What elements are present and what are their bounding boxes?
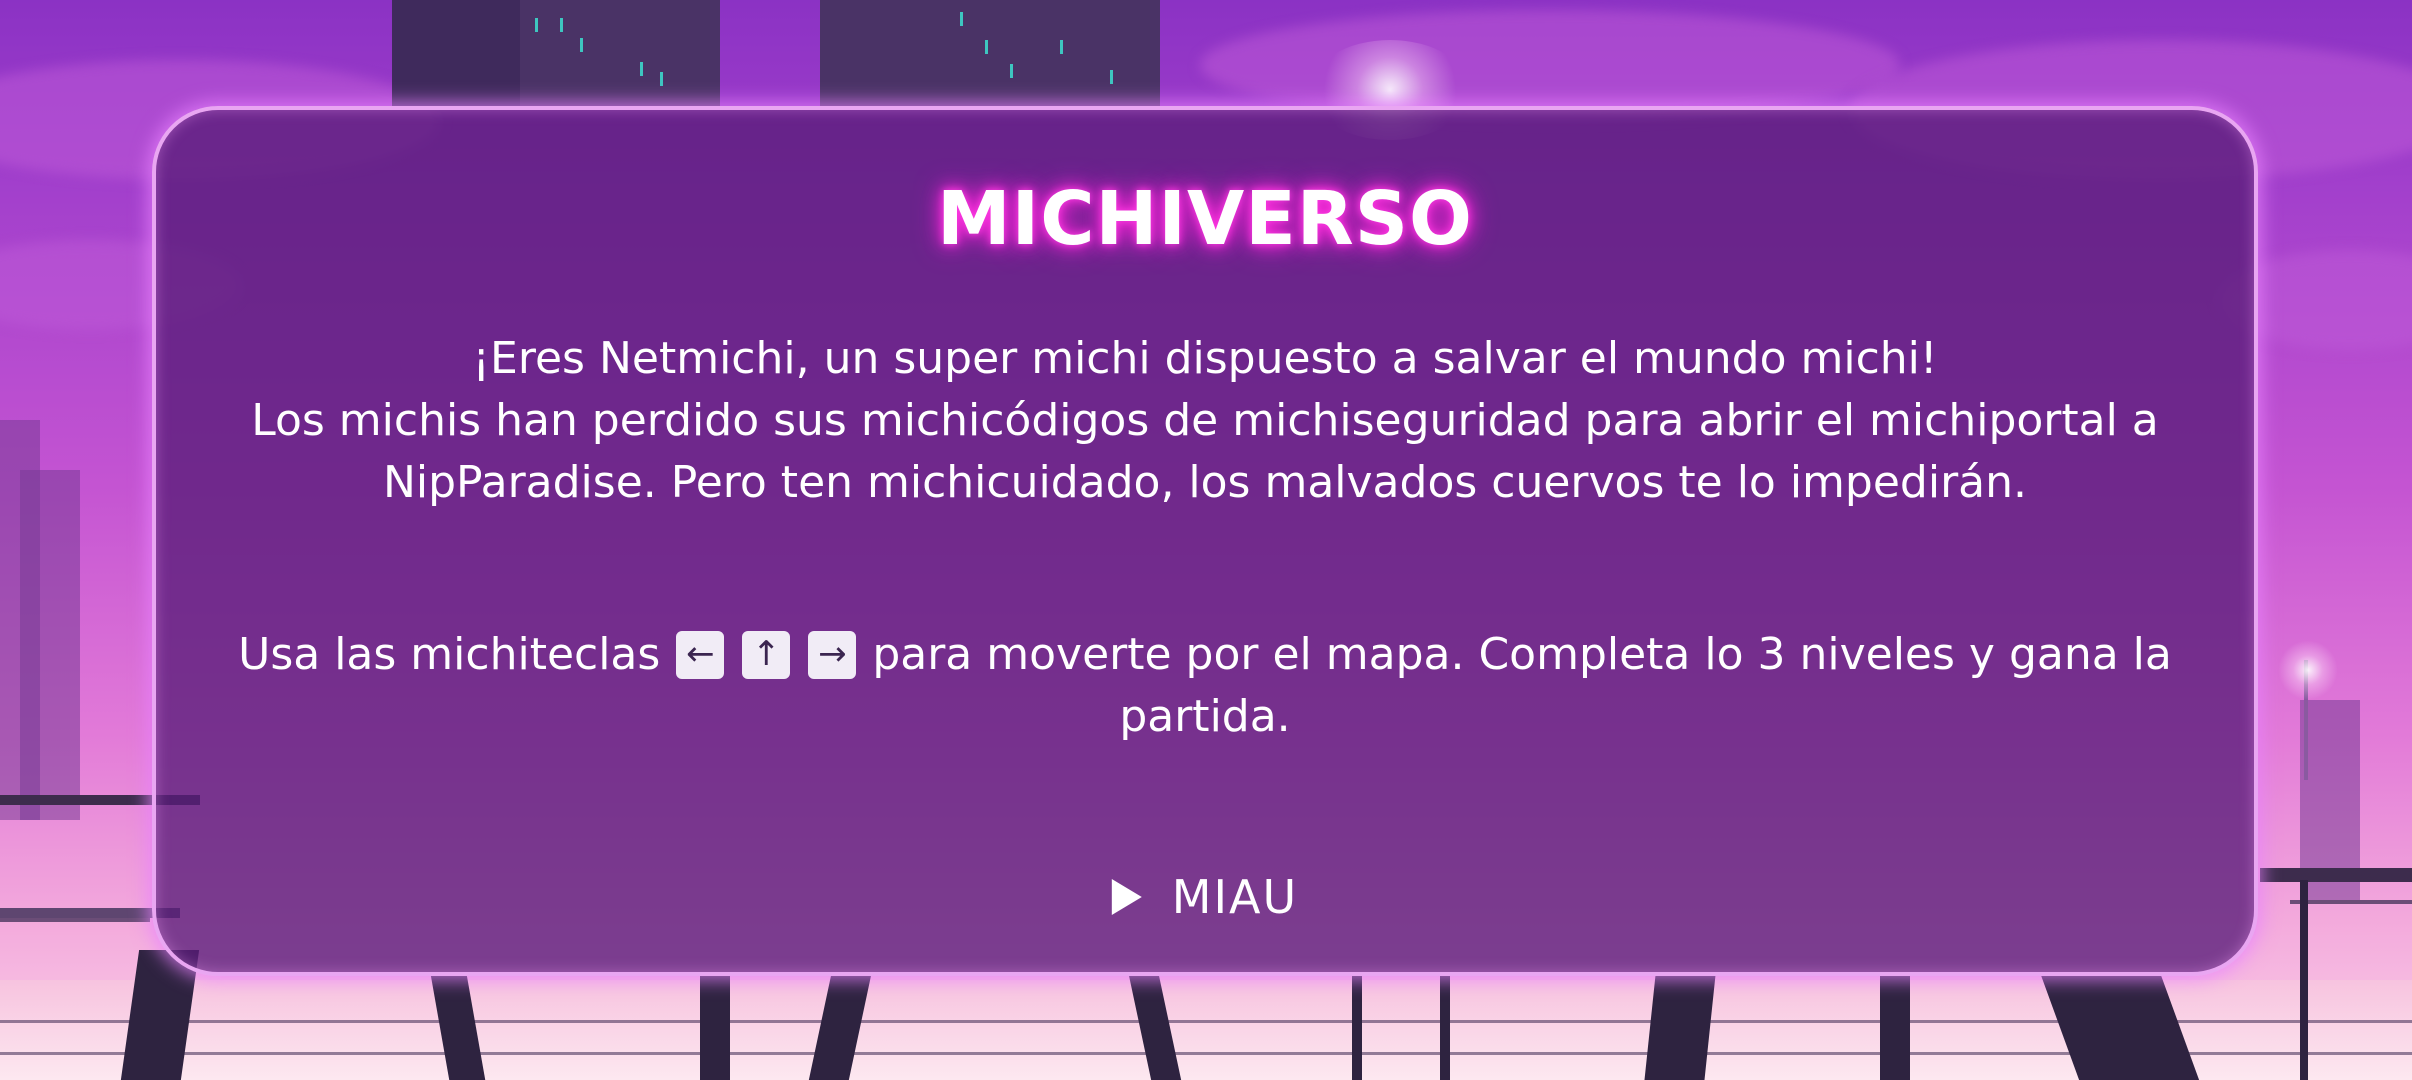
tower — [820, 0, 1160, 110]
pillar — [700, 975, 730, 1080]
controls-prefix: Usa las michiteclas — [238, 629, 661, 680]
window-light — [1110, 70, 1113, 84]
story-line-1: ¡Eres Netmichi, un super michi dispuesto… — [472, 333, 1938, 384]
pillar — [1440, 975, 1450, 1080]
light-glow — [2278, 640, 2338, 700]
railing — [2290, 900, 2412, 904]
story-line-2: Los michis han perdido sus michicódigos … — [251, 395, 2159, 508]
pillar — [1644, 975, 1716, 1080]
walkway — [2260, 868, 2412, 882]
window-light — [1060, 40, 1063, 54]
floor-line — [0, 1020, 2412, 1023]
intro-dialog: MICHIVERSO ¡Eres Netmichi, un super mich… — [152, 106, 2258, 976]
window-light — [535, 18, 538, 32]
pillar — [1880, 975, 1910, 1080]
window-light — [640, 62, 643, 76]
controls-suffix: para moverte por el mapa. Completa lo 3 … — [872, 629, 2172, 742]
game-title: MICHIVERSO — [937, 176, 1473, 262]
window-light — [985, 40, 988, 54]
arrow-left-key-icon: ← — [676, 631, 725, 679]
tower — [392, 0, 522, 110]
arrow-up-key-icon: ↑ — [742, 631, 791, 679]
pillar — [1352, 975, 1362, 1080]
floor-line — [0, 1052, 2412, 1055]
story-text: ¡Eres Netmichi, un super michi dispuesto… — [196, 328, 2214, 514]
arrow-right-key-icon: → — [808, 631, 857, 679]
railing — [0, 918, 150, 922]
play-button-label: MIAU — [1171, 870, 1299, 924]
pillar — [2300, 880, 2308, 1080]
controls-instructions: Usa las michiteclas ← ↑ → para moverte p… — [196, 624, 2214, 748]
play-icon — [1111, 879, 1142, 915]
window-light — [1010, 64, 1013, 78]
window-light — [560, 18, 563, 32]
window-light — [580, 38, 583, 52]
tower — [520, 0, 720, 110]
skyline-building — [20, 470, 80, 820]
window-light — [660, 72, 663, 86]
cloud — [1200, 10, 1900, 120]
play-button[interactable]: MIAU — [1111, 870, 1299, 924]
window-light — [960, 12, 963, 26]
